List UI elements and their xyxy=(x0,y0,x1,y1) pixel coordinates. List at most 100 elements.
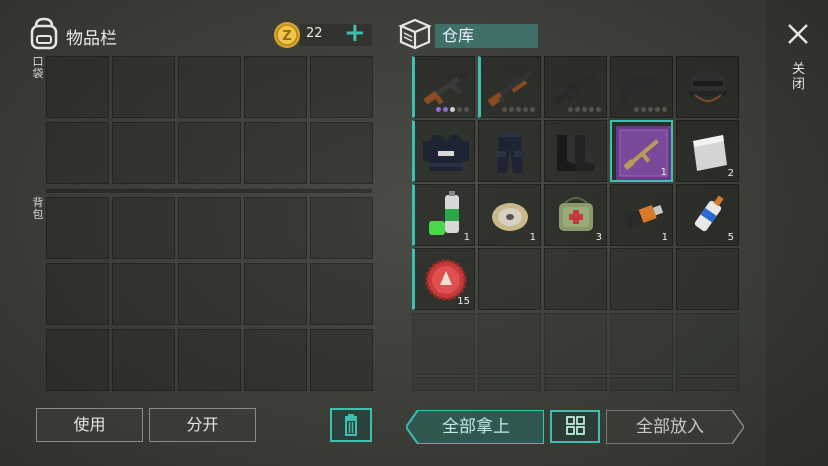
mod-dot xyxy=(464,107,469,112)
item-slot-pump-shotgun[interactable] xyxy=(478,56,541,118)
svg-text:Z: Z xyxy=(282,29,291,44)
trash-icon xyxy=(345,414,357,436)
backpack-slot[interactable] xyxy=(244,263,307,325)
item-slot-police-vest[interactable] xyxy=(412,120,475,182)
item-slot-spray-can[interactable]: 1 xyxy=(412,184,475,246)
mod-dot xyxy=(582,107,587,112)
item-slot-usb-drive[interactable]: 1 xyxy=(610,184,673,246)
backpack-slot[interactable] xyxy=(112,263,175,325)
mod-dot xyxy=(450,107,455,112)
sort-button[interactable] xyxy=(550,410,600,443)
section-divider xyxy=(46,188,372,193)
item-slot-ak-rifle[interactable] xyxy=(412,56,475,118)
pocket-slot[interactable] xyxy=(244,122,307,184)
pocket-slot[interactable] xyxy=(112,56,175,118)
item-slot-first-aid-bag[interactable]: 3 xyxy=(544,184,607,246)
empty-slot[interactable] xyxy=(412,313,475,375)
mod-dot xyxy=(575,107,580,112)
pocket-slot[interactable] xyxy=(112,122,175,184)
mod-dot xyxy=(436,107,441,112)
item-slot-combat-helmet[interactable] xyxy=(676,56,739,118)
pocket-slot[interactable] xyxy=(244,56,307,118)
backpack-icon xyxy=(30,17,58,50)
close-icon[interactable] xyxy=(786,22,810,46)
backpack-slot[interactable] xyxy=(244,329,307,391)
empty-slot[interactable] xyxy=(478,313,541,375)
backpack-slot[interactable] xyxy=(178,197,241,259)
combat-helmet-icon xyxy=(689,71,727,102)
mod-slots xyxy=(568,107,601,112)
backpack-slot[interactable] xyxy=(46,263,109,325)
item-slot-rifle-blueprint[interactable]: 1 xyxy=(610,120,673,182)
mod-dot xyxy=(530,107,535,112)
mod-dot xyxy=(655,107,660,112)
empty-slot[interactable] xyxy=(544,377,607,391)
item-quantity: 2 xyxy=(727,168,734,179)
mod-slots xyxy=(502,107,535,112)
empty-slot[interactable] xyxy=(610,377,673,391)
item-quantity: 1 xyxy=(661,232,668,243)
item-slot-police-pants[interactable] xyxy=(478,120,541,182)
empty-slot[interactable] xyxy=(478,377,541,391)
backpack-slot[interactable] xyxy=(310,263,373,325)
backpack-slot[interactable] xyxy=(112,329,175,391)
backpack-slot[interactable] xyxy=(46,197,109,259)
empty-slot[interactable] xyxy=(676,248,739,310)
empty-slot[interactable] xyxy=(610,313,673,375)
storage-box-icon xyxy=(398,18,432,50)
add-coins-button[interactable]: + xyxy=(344,20,366,46)
pocket-slot[interactable] xyxy=(310,122,373,184)
pocket-slot[interactable] xyxy=(46,56,109,118)
empty-slot[interactable] xyxy=(676,377,739,391)
item-slot-pistol[interactable] xyxy=(610,56,673,118)
item-quantity: 3 xyxy=(595,232,602,243)
put-all-label: 全部放入 xyxy=(636,417,704,437)
mod-dot xyxy=(596,107,601,112)
backpack-slot[interactable] xyxy=(178,263,241,325)
empty-slot[interactable] xyxy=(676,313,739,375)
mod-dot xyxy=(502,107,507,112)
item-slot-combat-boots[interactable] xyxy=(544,120,607,182)
empty-slot[interactable] xyxy=(610,248,673,310)
mod-dot xyxy=(523,107,528,112)
backpack-slot[interactable] xyxy=(244,197,307,259)
item-slot-bottle-cap[interactable]: 15 xyxy=(412,248,475,310)
mod-dot xyxy=(516,107,521,112)
item-slot-wire-spool[interactable]: 1 xyxy=(478,184,541,246)
mod-dot xyxy=(634,107,639,112)
item-quantity: 15 xyxy=(457,296,470,307)
close-label[interactable]: 关闭 xyxy=(792,62,806,92)
item-slot-metal-sheet[interactable]: 2 xyxy=(676,120,739,182)
backpack-slot[interactable] xyxy=(112,197,175,259)
inventory-title: 物品栏 xyxy=(66,29,117,49)
mod-dot xyxy=(589,107,594,112)
mod-dot xyxy=(509,107,514,112)
backpack-slot[interactable] xyxy=(310,197,373,259)
pocket-label: 口袋 xyxy=(32,55,44,80)
empty-slot[interactable] xyxy=(544,248,607,310)
item-quantity: 1 xyxy=(463,232,470,243)
mod-dot xyxy=(662,107,667,112)
empty-slot[interactable] xyxy=(412,377,475,391)
backpack-slot[interactable] xyxy=(310,329,373,391)
pocket-slot[interactable] xyxy=(46,122,109,184)
item-slot-glue-tube[interactable]: 5 xyxy=(676,184,739,246)
mod-dot xyxy=(457,107,462,112)
pocket-slot[interactable] xyxy=(310,56,373,118)
delete-button[interactable] xyxy=(330,408,372,442)
backpack-slot[interactable] xyxy=(178,329,241,391)
police-pants-icon xyxy=(497,133,523,173)
empty-slot[interactable] xyxy=(478,248,541,310)
empty-slot[interactable] xyxy=(544,313,607,375)
combat-boots-icon xyxy=(557,135,595,171)
split-button[interactable]: 分开 xyxy=(149,408,256,442)
backpack-slot[interactable] xyxy=(46,329,109,391)
backpack-label: 背包 xyxy=(32,196,44,221)
mod-dot xyxy=(641,107,646,112)
pocket-slot[interactable] xyxy=(178,122,241,184)
use-button[interactable]: 使用 xyxy=(36,408,143,442)
mod-dot xyxy=(648,107,653,112)
mod-dot xyxy=(443,107,448,112)
pocket-slot[interactable] xyxy=(178,56,241,118)
item-slot-assault-rifle[interactable] xyxy=(544,56,607,118)
